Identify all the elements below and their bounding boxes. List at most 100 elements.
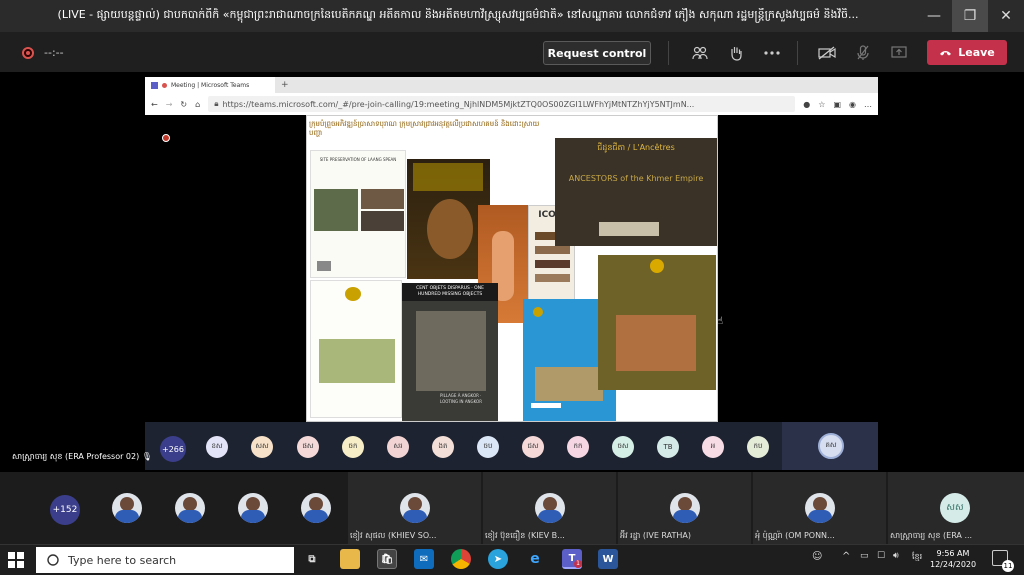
raise-hand-icon[interactable] xyxy=(725,42,747,64)
participant-avatar[interactable]: កប xyxy=(747,436,769,458)
search-icon xyxy=(47,554,59,566)
participant-avatar[interactable]: ខស xyxy=(206,436,228,458)
participant-video-avatar[interactable] xyxy=(238,493,268,523)
mic-indicator-icon[interactable]: ● xyxy=(803,100,810,109)
clock-time: 9:56 AM xyxy=(936,549,970,558)
favorite-star-icon[interactable]: ☆ xyxy=(818,100,825,109)
clock-date: 12/24/2020 xyxy=(930,560,977,569)
slide-caption: ក្រុមបំព្រួចអភិវឌ្ឍន៍ប្រាសាទបុរាណ ក្រុមស… xyxy=(309,120,540,137)
document-cover-olive-book xyxy=(598,255,716,390)
window-title: (LIVE - ផ្សាយបន្តផ្ទាល់) ជាបកបាក់ពីក៏ «ក… xyxy=(57,8,859,21)
document-cover-missing-objects: CENT OBJETS DISPARUS · ONE HUNDRED MISSI… xyxy=(402,283,498,421)
minimize-button[interactable]: — xyxy=(916,0,952,32)
document-subtitle: PILLAGE À ANGKOR · LOOTING IN ANGKOR xyxy=(440,393,482,404)
browser-tab-bar: Meeting | Microsoft Teams + xyxy=(145,77,878,93)
home-icon[interactable]: ⌂ xyxy=(195,100,200,109)
speaker-name-label: សាស្ត្រាចារ្យ សុខ (ERA Professor 02) 🎙︎ xyxy=(12,451,152,463)
back-icon[interactable]: ← xyxy=(151,100,158,109)
teams-favicon-icon xyxy=(151,81,158,89)
collections-icon[interactable]: ▣ xyxy=(833,100,841,109)
mic-muted-icon: 🎙︎ xyxy=(141,452,152,461)
people-icon[interactable]: ☺ xyxy=(812,551,822,562)
toolbar-divider xyxy=(668,41,669,65)
leave-button[interactable]: Leave xyxy=(927,40,1007,65)
participant-name: អុំ ប៉ុណ្ណរ៉ា (OM PONN... xyxy=(755,531,835,540)
participant-avatar[interactable]: ផស xyxy=(297,436,319,458)
participant-avatar[interactable]: TB xyxy=(657,436,679,458)
participants-icon[interactable] xyxy=(689,42,711,64)
participant-video-avatar xyxy=(670,493,700,523)
document-title: SITE PRESERVATION OF LAANG SPEAN xyxy=(319,157,397,162)
browser-menu-icon[interactable]: … xyxy=(864,100,872,109)
browser-tab-title: Meeting | Microsoft Teams xyxy=(171,81,250,89)
notification-count-badge: 11 xyxy=(1002,560,1014,572)
show-hidden-icons[interactable]: ^ xyxy=(842,551,850,562)
share-screen-icon[interactable] xyxy=(888,42,910,64)
taskbar-search-box[interactable]: Type here to search xyxy=(36,547,294,573)
recording-dot-icon xyxy=(162,82,167,88)
request-control-button[interactable]: Request control xyxy=(543,41,651,65)
mail-icon[interactable]: ✉︎ xyxy=(414,549,434,569)
speaker-name: សាស្ត្រាចារ្យ សុខ (ERA Professor 02) xyxy=(12,452,140,461)
document-cover-ancestors: ជីដូនជីតា / L'Ancêtres ANCESTORS of the … xyxy=(555,138,717,246)
participant-video-avatar xyxy=(805,493,835,523)
participant-name: អ៊ីវ រដ្ឋា (IVE RATHA) xyxy=(620,531,691,540)
shared-browser-window: Meeting | Microsoft Teams + ← → ↻ ⌂ 🔒︎ h… xyxy=(145,77,878,115)
document-cover-angkor-map xyxy=(310,280,402,418)
battery-icon[interactable]: ▭ xyxy=(860,551,869,561)
participant-avatar[interactable]: ជស xyxy=(522,436,544,458)
word-icon[interactable]: W xyxy=(598,549,618,569)
participant-video-avatar[interactable] xyxy=(175,493,205,523)
participant-name: សាស្ត្រាចារ្យ សុខ (ERA ... xyxy=(890,531,973,540)
participant-avatar[interactable]: ចប xyxy=(477,436,499,458)
mouse-cursor-icon: ☝ xyxy=(717,316,724,327)
participant-avatar[interactable]: ចក xyxy=(342,436,364,458)
url-text: https://teams.microsoft.com/_#/pre-join-… xyxy=(222,99,695,109)
system-clock[interactable]: 9:56 AM 12/24/2020 xyxy=(930,548,976,570)
teams-badge: 1 xyxy=(574,560,582,568)
more-actions-icon[interactable] xyxy=(761,42,783,64)
gallery-overflow-count[interactable]: +152 xyxy=(50,495,80,525)
search-placeholder: Type here to search xyxy=(68,553,177,567)
participant-avatar[interactable]: កក xyxy=(567,436,589,458)
participant-avatar[interactable]: ងត xyxy=(432,436,454,458)
recording-icon xyxy=(22,47,34,59)
browser-tab[interactable]: Meeting | Microsoft Teams xyxy=(145,77,275,93)
participant-avatar[interactable]: សស xyxy=(251,436,273,458)
store-icon[interactable]: 🛍︎ xyxy=(377,549,397,569)
overflow-participant-count[interactable]: +266 xyxy=(160,436,186,462)
chrome-icon[interactable] xyxy=(451,549,471,569)
window-title-bar: (LIVE - ផ្សាយបន្តផ្ទាល់) ជាបកបាក់ពីក៏ «ក… xyxy=(0,0,1024,32)
edge-icon[interactable]: e xyxy=(525,549,545,569)
lock-icon: 🔒︎ xyxy=(214,99,219,108)
refresh-icon[interactable]: ↻ xyxy=(180,100,187,109)
participant-video-avatar[interactable] xyxy=(112,493,142,523)
maximize-button[interactable]: ❐ xyxy=(952,0,988,32)
participant-video-avatar xyxy=(400,493,430,523)
new-tab-button[interactable]: + xyxy=(275,80,289,90)
task-view-icon[interactable]: ⧉ xyxy=(302,549,322,569)
windows-start-icon[interactable] xyxy=(8,552,24,568)
document-cover-laang-spean: SITE PRESERVATION OF LAANG SPEAN xyxy=(310,150,406,278)
participant-avatar[interactable]: សរ xyxy=(387,436,409,458)
language-indicator[interactable]: ខ្មែរ xyxy=(912,551,922,563)
forward-icon[interactable]: → xyxy=(166,100,173,109)
participant-video-avatar xyxy=(535,493,565,523)
participant-video-avatar[interactable] xyxy=(301,493,331,523)
close-button[interactable]: ✕ xyxy=(988,0,1024,32)
volume-icon[interactable]: 🔊︎ xyxy=(893,551,899,561)
file-explorer-icon[interactable] xyxy=(340,549,360,569)
meeting-timer: --:-- xyxy=(44,46,64,59)
url-field[interactable]: 🔒︎ https://teams.microsoft.com/_#/pre-jo… xyxy=(208,96,796,112)
network-icon[interactable]: ☐ xyxy=(877,551,885,561)
telegram-icon[interactable]: ➤ xyxy=(488,549,508,569)
participant-avatar[interactable]: ចស xyxy=(612,436,634,458)
document-title: CENT OBJETS DISPARUS · ONE HUNDRED MISSI… xyxy=(402,283,498,301)
mic-off-icon[interactable] xyxy=(852,42,874,64)
hang-up-icon xyxy=(940,51,952,56)
profile-icon[interactable]: ◉ xyxy=(849,100,856,109)
browser-address-bar: ← → ↻ ⌂ 🔒︎ https://teams.microsoft.com/_… xyxy=(145,93,878,115)
participant-avatar[interactable]: អ xyxy=(702,436,724,458)
camera-off-icon[interactable] xyxy=(816,42,838,64)
active-speaker-avatar[interactable]: គស xyxy=(818,433,844,459)
